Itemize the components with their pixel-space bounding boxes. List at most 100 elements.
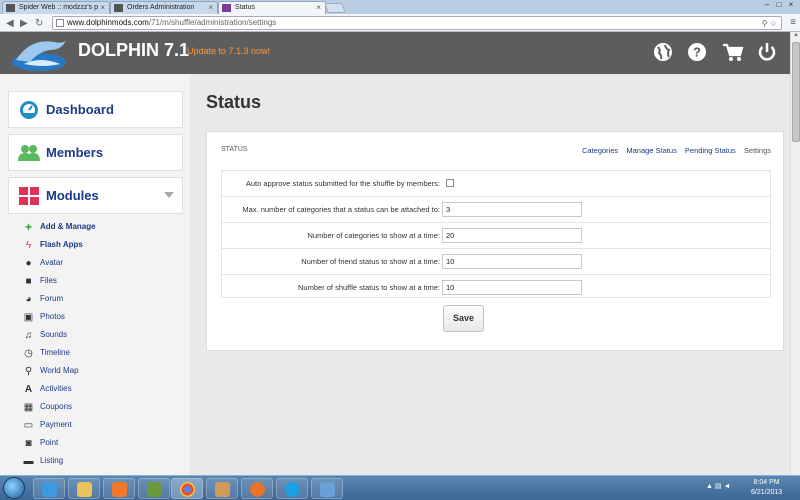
url-path: /71/m/shuffle/administration/settings (148, 18, 277, 27)
qrcode-icon: ▦ (23, 402, 34, 413)
update-link[interactable]: Update to 7.1.3 now! (187, 46, 270, 56)
url-input[interactable]: www.dolphinmods.com/71/m/shuffle/adminis… (52, 16, 782, 30)
folder-icon (77, 482, 92, 497)
taskbar-explorer[interactable] (68, 478, 100, 499)
tab-manage-status[interactable]: Manage Status (626, 146, 676, 155)
module-item-world-map[interactable]: ⚲ World Map (0, 363, 190, 381)
module-item-timeline[interactable]: ◷ Timeline (0, 345, 190, 363)
close-tab-icon[interactable]: × (316, 2, 321, 14)
bookmark-star-icon[interactable]: ☆ (770, 19, 777, 28)
taskbar-app[interactable] (138, 478, 170, 499)
disk-icon: ■ (25, 276, 32, 287)
sidebar-item-label: Modules (46, 188, 99, 203)
module-item-listing[interactable]: ▬ Listing (0, 453, 190, 471)
media-player-icon (112, 482, 127, 497)
module-item-sounds[interactable]: ♫ Sounds (0, 327, 190, 345)
module-item-forum[interactable]: ◕ Forum (0, 291, 190, 309)
address-bar: ◀ ▶ ↻ www.dolphinmods.com/71/m/shuffle/a… (0, 14, 800, 32)
module-label: Forum (40, 294, 64, 303)
sidebar-item-members[interactable]: Members (8, 134, 183, 171)
url-actions: ⚲ ☆ (762, 18, 777, 30)
module-item-add-manage[interactable]: + Add & Manage (0, 219, 190, 237)
settings-panel: STATUS Categories Manage Status Pending … (206, 131, 784, 351)
max-categories-input[interactable]: 3 (442, 202, 582, 217)
power-icon[interactable] (756, 41, 778, 63)
chevron-down-icon[interactable] (164, 192, 174, 198)
taskbar-mail[interactable] (311, 478, 343, 499)
users-icon (18, 145, 40, 161)
module-label: Flash Apps (40, 240, 83, 249)
new-tab-button[interactable] (324, 3, 346, 13)
taskbar-firefox[interactable] (241, 478, 273, 499)
module-item-flash-apps[interactable]: ϟ Flash Apps (0, 237, 190, 255)
module-item-coupons[interactable]: ▦ Coupons (0, 399, 190, 417)
mail-icon (320, 482, 335, 497)
plus-icon: + (24, 220, 32, 234)
sidebar-item-modules[interactable]: Modules (8, 177, 183, 214)
taskbar-paint[interactable] (206, 478, 238, 499)
volume-icon[interactable]: ◄ (723, 483, 730, 490)
close-tab-icon[interactable]: × (208, 2, 213, 14)
help-icon[interactable]: ? (686, 41, 708, 63)
categories-per-page-input[interactable]: 20 (442, 228, 582, 243)
search-icon[interactable]: ⚲ (762, 19, 768, 28)
grid-icon (19, 187, 39, 205)
skype-icon (285, 482, 300, 497)
page-scrollbar[interactable]: ▲ (790, 32, 800, 475)
save-button[interactable]: Save (443, 305, 484, 332)
panel-title: STATUS (221, 146, 248, 153)
taskbar-media[interactable] (103, 478, 135, 499)
module-item-payment[interactable]: ▭ Payment (0, 417, 190, 435)
point-icon: ◙ (25, 438, 32, 449)
start-button[interactable] (3, 477, 25, 499)
forward-icon[interactable]: ▶ (20, 18, 28, 29)
clock-time: 8:04 PM (753, 479, 780, 486)
site-header: DOLPHIN 7.1 Update to 7.1.3 now! ? (0, 32, 790, 74)
user-icon: ● (25, 258, 32, 269)
module-item-avatar[interactable]: ● Avatar (0, 255, 190, 273)
module-label: Sounds (40, 330, 68, 339)
tab-pending-status[interactable]: Pending Status (685, 146, 736, 155)
module-item-files[interactable]: ■ Files (0, 273, 190, 291)
scroll-up-icon[interactable]: ▲ (791, 32, 800, 42)
module-item-photos[interactable]: ▣ Photos (0, 309, 190, 327)
globe-icon[interactable] (652, 41, 674, 63)
reload-icon[interactable]: ↻ (35, 18, 43, 29)
module-label: Photos (40, 312, 65, 321)
back-icon[interactable]: ◀ (6, 18, 14, 29)
tab-categories[interactable]: Categories (582, 146, 618, 155)
friend-status-count-input[interactable]: 10 (442, 254, 582, 269)
module-item-point[interactable]: ◙ Point (0, 435, 190, 453)
tab-settings[interactable]: Settings (744, 146, 771, 155)
sidebar-item-dashboard[interactable]: Dashboard (8, 91, 183, 128)
favicon-icon (114, 4, 123, 12)
admin-sidebar: Dashboard Members Modules + Add & Manage… (0, 74, 190, 475)
taskbar-chrome[interactable] (171, 478, 203, 499)
taskbar-skype[interactable] (276, 478, 308, 499)
maximize-icon[interactable]: □ (774, 1, 784, 10)
auto-approve-checkbox[interactable] (446, 179, 454, 187)
minimize-icon[interactable]: – (762, 1, 772, 10)
module-label: Timeline (40, 348, 70, 357)
module-label: World Map (40, 366, 79, 375)
activity-icon: A (24, 384, 33, 395)
taskbar-ie[interactable] (33, 478, 65, 499)
comments-icon: ◕ (25, 294, 32, 305)
shuffle-status-count-input[interactable]: 10 (442, 280, 582, 295)
tab-title: Orders Administration (127, 4, 195, 11)
browser-tab-status[interactable]: Status × (218, 1, 326, 14)
module-item-activities[interactable]: A Activities (0, 381, 190, 399)
close-window-icon[interactable]: × (786, 1, 796, 10)
cart-icon[interactable] (722, 41, 744, 63)
system-clock[interactable]: 8:04 PM 6/21/2013 (751, 478, 782, 498)
dolphin-logo-icon[interactable] (10, 34, 68, 72)
network-icon[interactable]: ▤ (715, 483, 722, 490)
scroll-thumb[interactable] (792, 42, 800, 142)
picture-icon: ▣ (23, 312, 34, 323)
close-tab-icon[interactable]: × (100, 2, 105, 14)
browser-tab-spider-web[interactable]: Spider Web :: modzzz's p × (2, 1, 110, 14)
briefcase-icon: ▬ (23, 456, 34, 467)
browser-menu-icon[interactable]: ≡ (790, 17, 796, 28)
tray-arrow-icon[interactable]: ▲ (706, 483, 713, 490)
browser-tab-orders[interactable]: Orders Administration × (110, 1, 218, 14)
